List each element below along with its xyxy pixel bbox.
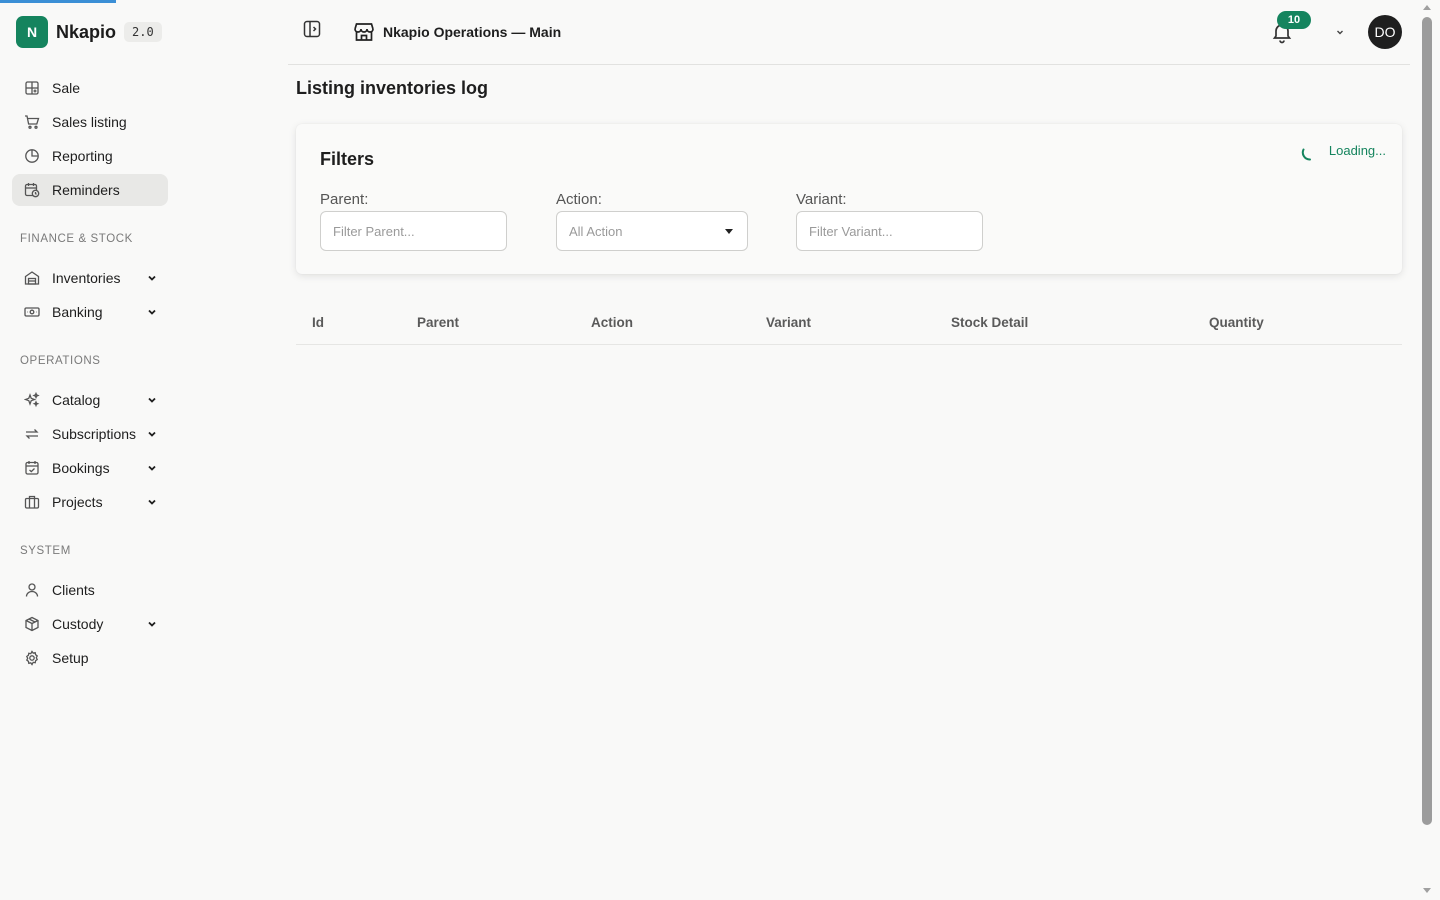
pie-chart-icon xyxy=(24,148,40,164)
sidebar-item-banking[interactable]: Banking xyxy=(12,296,168,328)
scrollbar-thumb[interactable] xyxy=(1422,17,1432,825)
sidebar-item-label: Sale xyxy=(52,80,81,96)
spinner-icon xyxy=(1301,148,1311,161)
filters-title: Filters xyxy=(320,149,375,169)
sidebar-item-label: Banking xyxy=(52,304,103,320)
inventories-log-table: Id Parent Action Variant Stock Detail Qu… xyxy=(296,300,1402,345)
scroll-down-arrow-icon[interactable] xyxy=(1423,888,1431,893)
top-header: Nkapio Operations — Main 10 DO xyxy=(288,0,1410,65)
calendar-clock-icon xyxy=(24,182,40,198)
sidebar-item-clients[interactable]: Clients xyxy=(12,574,168,606)
account-menu-chevron-icon[interactable] xyxy=(1334,25,1346,37)
sidebar-item-sale[interactable]: Sale xyxy=(12,72,168,104)
sidebar-item-label: Catalog xyxy=(52,392,101,408)
sidebar-item-custody[interactable]: Custody xyxy=(12,608,168,640)
column-header-stock-detail[interactable]: Stock Detail xyxy=(951,315,1028,330)
user-icon xyxy=(24,582,40,598)
sidebar-item-label: Custody xyxy=(52,616,104,632)
parent-filter-input[interactable] xyxy=(320,211,507,251)
sidebar-toggle-icon xyxy=(303,20,321,38)
column-header-id[interactable]: Id xyxy=(312,315,324,330)
sidebar-toggle-button[interactable] xyxy=(300,17,324,41)
sidebar-item-label: Sales listing xyxy=(52,114,127,130)
sparkles-icon xyxy=(24,392,40,408)
sidebar-section-title: SYSTEM xyxy=(20,545,71,557)
chevron-down-icon xyxy=(144,460,160,476)
sidebar-item-projects[interactable]: Projects xyxy=(12,486,168,518)
sidebar-item-subscriptions[interactable]: Subscriptions xyxy=(12,418,168,450)
table-header-row: Id Parent Action Variant Stock Detail Qu… xyxy=(296,300,1402,345)
calendar-check-icon xyxy=(24,460,40,476)
chevron-down-icon xyxy=(144,494,160,510)
sidebar-item-label: Reminders xyxy=(52,182,120,198)
sidebar-item-label: Clients xyxy=(52,582,95,598)
chevron-down-icon xyxy=(144,616,160,632)
parent-filter-label: Parent: xyxy=(320,191,369,208)
variant-filter-label: Variant: xyxy=(796,191,847,208)
loading-text: Loading... xyxy=(1328,142,1386,158)
cart-icon xyxy=(24,114,40,130)
repeat-icon xyxy=(24,426,40,442)
sidebar-item-label: Bookings xyxy=(52,460,110,476)
sidebar-item-inventories[interactable]: Inventories xyxy=(12,262,168,294)
brand-logo: N xyxy=(16,16,48,48)
briefcase-icon xyxy=(24,494,40,510)
sidebar-item-catalog[interactable]: Catalog xyxy=(12,384,168,416)
chevron-down-icon xyxy=(144,426,160,442)
sidebar-item-label: Subscriptions xyxy=(52,426,137,442)
column-header-variant[interactable]: Variant xyxy=(766,315,811,330)
sidebar-item-setup[interactable]: Setup xyxy=(12,642,168,674)
chevron-down-icon xyxy=(144,270,160,286)
sidebar-item-bookings[interactable]: Bookings xyxy=(12,452,168,484)
sidebar-section-title: FINANCE & STOCK xyxy=(20,233,133,245)
warehouse-icon xyxy=(24,270,40,286)
action-filter-label: Action: xyxy=(556,191,602,208)
action-filter-value: All Action xyxy=(569,223,623,239)
loading-indicator: Loading... xyxy=(1301,138,1386,162)
scroll-up-arrow-icon[interactable] xyxy=(1423,5,1431,10)
sidebar-section-title: OPERATIONS xyxy=(20,355,101,367)
page-scrollbar[interactable] xyxy=(1410,0,1440,900)
chevron-down-icon xyxy=(144,392,160,408)
version-badge: 2.0 xyxy=(124,22,162,42)
column-header-parent[interactable]: Parent xyxy=(417,315,459,330)
sidebar: N Nkapio 2.0 Sale Sales listing Reportin… xyxy=(0,0,180,900)
sidebar-item-reminders[interactable]: Reminders xyxy=(12,174,168,206)
variant-filter-input[interactable] xyxy=(796,211,983,251)
sidebar-item-sales-listing[interactable]: Sales listing xyxy=(12,106,168,138)
banknote-icon xyxy=(24,304,40,320)
sidebar-item-label: Inventories xyxy=(52,270,121,286)
column-header-quantity[interactable]: Quantity xyxy=(1209,315,1264,330)
sidebar-item-label: Projects xyxy=(52,494,103,510)
chevron-down-icon xyxy=(144,304,160,320)
user-avatar[interactable]: DO xyxy=(1368,15,1402,49)
brand-name: Nkapio xyxy=(56,21,117,42)
sidebar-item-label: Reporting xyxy=(52,148,113,164)
column-header-action[interactable]: Action xyxy=(591,315,633,330)
brand[interactable]: N Nkapio 2.0 xyxy=(16,16,162,48)
notification-count-badge: 10 xyxy=(1277,11,1311,29)
action-filter-select[interactable]: All Action xyxy=(556,211,748,251)
store-name[interactable]: Nkapio Operations — Main xyxy=(383,24,561,40)
page-title: Listing inventories log xyxy=(296,78,489,98)
store-icon xyxy=(352,20,376,44)
sidebar-item-label: Setup xyxy=(52,650,89,666)
package-icon xyxy=(24,616,40,632)
sidebar-item-reporting[interactable]: Reporting xyxy=(12,140,168,172)
gear-icon xyxy=(24,650,40,666)
filters-card: Filters Loading... Parent: Action: All A… xyxy=(296,124,1402,274)
caret-down-icon xyxy=(725,229,733,234)
grid-plus-icon xyxy=(24,80,40,96)
